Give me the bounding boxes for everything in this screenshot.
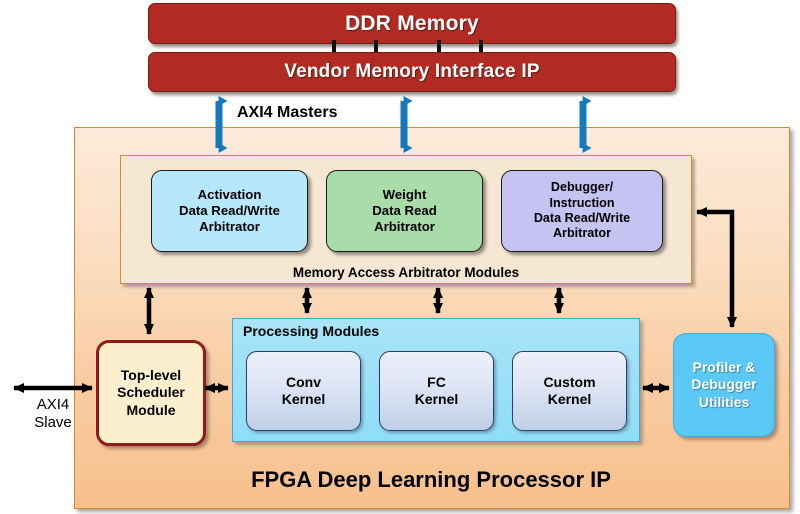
kernel-box-conv[interactable]: Conv Kernel [246,351,361,431]
axi4-slave-label-line1: AXI4 [36,396,70,413]
axi4-slave-label: AXI4 Slave [18,396,88,432]
arbitrator-line: Arbitrator [552,226,612,241]
kernel-line: Custom [543,373,596,390]
vendor-memory-interface-block: Vendor Memory Interface IP [148,52,676,92]
architecture-diagram: DDR Memory Vendor Memory Interface IP Ac… [0,0,800,514]
memory-connector-bar [437,40,441,52]
ddr-memory-label: DDR Memory [345,11,479,35]
profiler-debugger-utilities-block[interactable]: Profiler & Debugger Utilities [673,333,775,437]
arbitrator-line: Arbitrator [199,219,260,235]
arbitrator-box-activation[interactable]: Activation Data Read/Write Arbitrator [151,170,308,252]
scheduler-line: Scheduler [117,384,185,401]
scheduler-line: Module [126,401,176,418]
memory-connector-bar [332,40,336,52]
arbitrator-box-weight[interactable]: Weight Data Read Arbitrator [326,170,483,252]
kernel-line: FC [427,373,446,390]
arbitrator-line: Instruction [549,195,615,210]
kernel-box-custom[interactable]: Custom Kernel [512,351,627,431]
axi4-slave-label-line2: Slave [34,414,72,431]
top-level-scheduler-module[interactable]: Top-level Scheduler Module [96,340,206,446]
arbitrator-line: Debugger/ [550,180,614,195]
memory-connector-bar [374,40,378,52]
arbitrator-line: Arbitrator [374,219,435,235]
arbitrator-line: Data Read/Write [533,211,631,225]
memory-connector-bar [479,40,483,52]
kernel-line: Kernel [414,391,459,407]
arbitrator-line: Activation [197,186,262,202]
arbitrator-line: Data Read/Write [179,202,280,218]
vendor-memory-interface-label: Vendor Memory Interface IP [284,61,540,82]
profiler-line: Debugger [691,376,757,393]
arbitrator-line: Data Read [372,202,437,218]
kernel-line: Conv [286,373,321,390]
scheduler-line: Top-level [120,366,182,383]
kernel-box-fc[interactable]: FC Kernel [379,351,494,431]
memory-access-arbitrator-container: Activation Data Read/Write Arbitrator We… [120,155,692,284]
kernel-line: Kernel [547,391,592,407]
axi4-masters-label: AXI4 Masters [237,104,338,121]
processing-modules-container: Processing Modules Conv Kernel FC Kernel… [232,318,640,442]
processing-modules-label: Processing Modules [243,323,380,339]
arbitrator-container-label: Memory Access Arbitrator Modules [292,265,520,280]
arbitrator-line: Weight [382,186,427,202]
ddr-memory-block: DDR Memory [148,3,676,44]
kernel-line: Kernel [281,391,326,407]
profiler-line: Profiler & [692,358,756,375]
page-title: FPGA Deep Learning Processor IP [251,467,611,492]
arbitrator-box-debugger-instruction[interactable]: Debugger/ Instruction Data Read/Write Ar… [501,170,663,252]
profiler-line: Utilities [698,393,750,410]
